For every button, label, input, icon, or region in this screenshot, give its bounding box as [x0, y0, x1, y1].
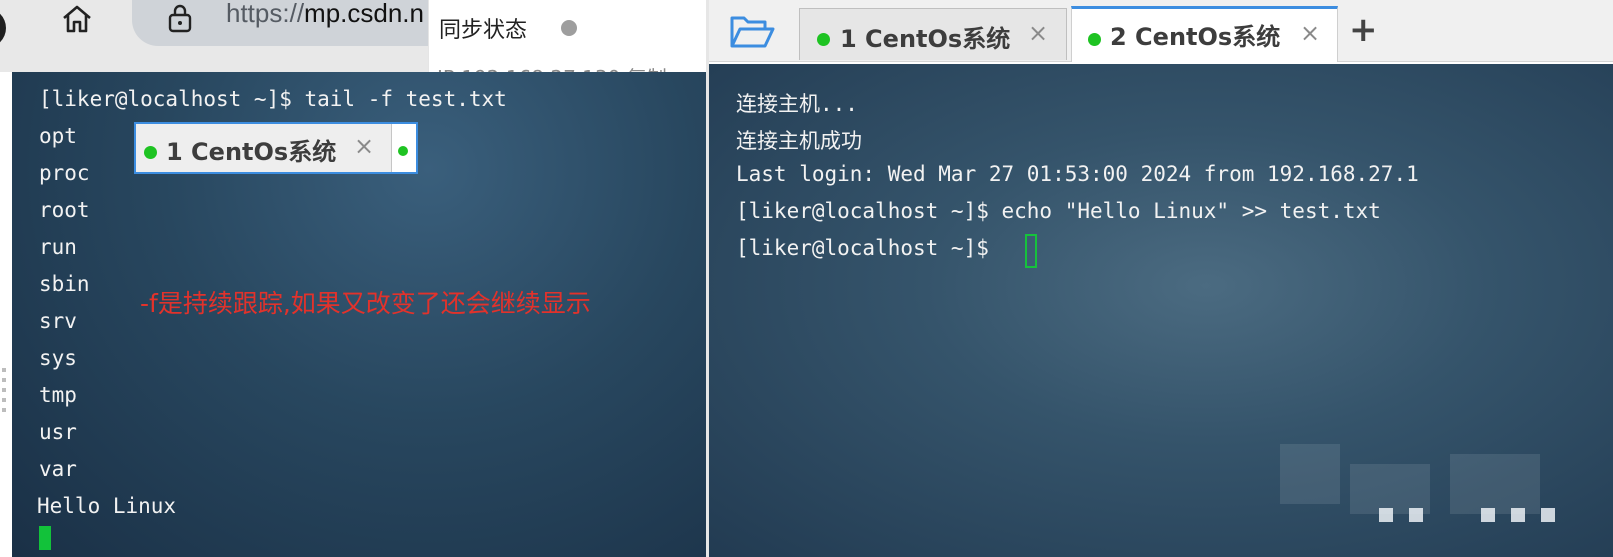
terminal-cursor — [1025, 234, 1037, 268]
terminal-line: srv — [39, 309, 77, 333]
blurred-watermark — [1481, 508, 1495, 522]
close-icon[interactable]: × — [1300, 19, 1320, 47]
connection-status-dot — [398, 146, 408, 156]
terminal-line: [liker@localhost ~]$ echo "Hello Linux" … — [736, 199, 1381, 223]
window-edge — [0, 72, 12, 557]
resize-grip[interactable] — [2, 378, 6, 382]
sync-status-panel: 同步状态 IP 192.168.27.130 复制 — [428, 0, 708, 72]
terminal-line: var — [39, 457, 77, 481]
dragged-tab-body[interactable]: 1 CentOs系统 × — [136, 124, 392, 172]
blurred-watermark — [1511, 508, 1525, 522]
dragged-tab-next — [392, 124, 416, 172]
tab-label: 1 CentOs系统 — [840, 25, 1011, 53]
lock-icon — [168, 4, 192, 33]
blurred-watermark — [1379, 508, 1393, 522]
blurred-watermark — [1409, 508, 1423, 522]
resize-grip[interactable] — [2, 368, 6, 372]
terminal-line: opt — [39, 124, 77, 148]
blurred-watermark — [1541, 508, 1555, 522]
ip-address-text: IP 192.168.27.130 复制 — [437, 62, 667, 72]
annotation-text: -f是持续跟踪,如果又改变了还会继续显示 — [140, 289, 591, 318]
terminal-line: [liker@localhost ~]$ — [736, 236, 1002, 260]
terminal-line: Hello Linux — [37, 494, 177, 518]
resize-grip[interactable] — [2, 388, 6, 392]
right-terminal[interactable]: 连接主机... 连接主机成功 Last login: Wed Mar 27 01… — [709, 64, 1613, 557]
dragged-tab-label: 1 CentOs系统 — [166, 138, 337, 166]
resize-grip[interactable] — [2, 408, 6, 412]
terminal-cursor — [39, 526, 51, 550]
terminal-line: run — [39, 235, 77, 259]
terminal-line: tmp — [39, 383, 77, 407]
url-host: mp.csdn.n — [304, 0, 424, 28]
terminal-line: sys — [39, 346, 77, 370]
close-icon[interactable]: × — [354, 132, 374, 160]
open-folder-icon[interactable] — [729, 12, 775, 52]
browser-toolbar: https://mp.csdn.n — [0, 0, 440, 72]
connection-status-dot — [817, 33, 830, 46]
sync-status-indicator — [561, 20, 577, 36]
terminal-line: root — [39, 198, 90, 222]
terminal-line: proc — [39, 161, 90, 185]
connection-status-dot — [144, 146, 157, 159]
close-icon[interactable]: × — [1028, 19, 1048, 47]
tab-label: 2 CentOs系统 — [1110, 23, 1281, 51]
tab-session-2[interactable]: 2 CentOs系统 × — [1071, 6, 1338, 62]
url-prefix: https:// — [226, 0, 305, 28]
terminal-line: usr — [39, 420, 77, 444]
tab-bar: 1 CentOs系统 × 2 CentOs系统 × + — [709, 0, 1613, 62]
dragged-tab[interactable]: 1 CentOs系统 × — [134, 122, 418, 174]
terminal-line: [liker@localhost ~]$ tail -f test.txt — [39, 87, 507, 111]
terminal-line: 连接主机成功 — [736, 129, 862, 153]
blurred-watermark — [1280, 444, 1340, 504]
resize-grip[interactable] — [2, 398, 6, 402]
connection-status-dot — [1088, 33, 1101, 46]
address-url[interactable]: https://mp.csdn.n — [226, 0, 424, 29]
back-button[interactable] — [0, 8, 6, 48]
blurred-watermark — [1450, 454, 1540, 514]
terminal-line: 连接主机... — [736, 92, 858, 116]
terminal-line: Last login: Wed Mar 27 01:53:00 2024 fro… — [736, 162, 1419, 186]
blurred-watermark — [1350, 464, 1430, 514]
tab-session-1[interactable]: 1 CentOs系统 × — [799, 8, 1067, 60]
sync-status-title: 同步状态 — [439, 18, 528, 43]
add-tab-button[interactable]: + — [1349, 10, 1378, 50]
home-icon[interactable] — [60, 2, 94, 36]
terminal-line: sbin — [39, 272, 90, 296]
